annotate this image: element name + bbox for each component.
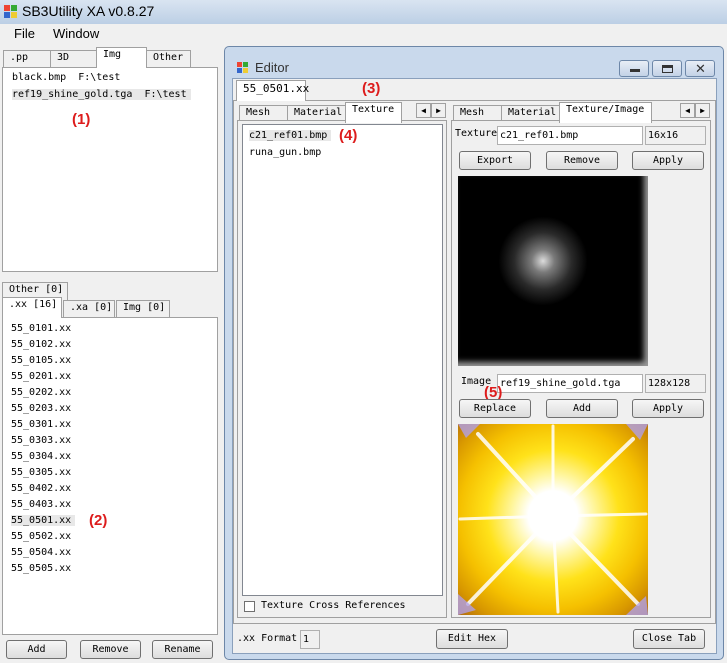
- texture-size-field: 16x16: [645, 126, 706, 145]
- cross-references-label: Texture Cross References: [261, 600, 406, 611]
- image-list[interactable]: black.bmp F:\test ref19_shine_gold.tga F…: [6, 68, 217, 270]
- annotation-3: (3): [362, 80, 381, 97]
- list-item[interactable]: 55_0301.xx: [11, 419, 71, 430]
- close-tab-button[interactable]: Close Tab: [633, 629, 705, 649]
- list-item[interactable]: 55_0304.xx: [11, 451, 71, 462]
- editor-title: Editor: [255, 60, 289, 75]
- remove-button[interactable]: Remove: [80, 640, 141, 659]
- texture-label: Texture: [455, 128, 498, 139]
- minimize-button[interactable]: [619, 60, 649, 77]
- maximize-icon: [662, 65, 673, 73]
- tab-scroll-left-button[interactable]: ◀: [680, 103, 695, 118]
- annotation-1: (1): [72, 111, 91, 128]
- list-item[interactable]: 55_0402.xx: [11, 483, 71, 494]
- texture-name-field[interactable]: c21_ref01.bmp: [497, 126, 643, 145]
- add-image-button[interactable]: Add: [546, 399, 618, 418]
- list-item[interactable]: 55_0101.xx: [11, 323, 71, 334]
- tab-scroll-left-button[interactable]: ◀: [416, 103, 431, 118]
- image-name-field[interactable]: ref19_shine_gold.tga: [497, 374, 643, 393]
- format-value-field[interactable]: 1: [300, 630, 320, 649]
- tab-scroll-right-button[interactable]: ▶: [431, 103, 446, 118]
- edit-hex-button[interactable]: Edit Hex: [436, 629, 508, 649]
- tab-other[interactable]: Other: [146, 50, 191, 68]
- list-item[interactable]: runa_gun.bmp: [249, 147, 321, 158]
- list-item[interactable]: 55_0202.xx: [11, 387, 71, 398]
- texture-preview: [458, 176, 648, 366]
- list-item[interactable]: black.bmp F:\test: [12, 72, 120, 83]
- tab-img-count[interactable]: Img [0]: [116, 300, 170, 318]
- chevron-left-icon: ◀: [685, 106, 690, 115]
- menu-file[interactable]: File: [14, 26, 35, 41]
- tab-img[interactable]: Img: [96, 47, 147, 68]
- minimize-icon: [630, 69, 640, 72]
- tab-xx[interactable]: .xx [16]: [2, 297, 62, 318]
- menu-window[interactable]: Window: [53, 26, 99, 41]
- close-icon: ✕: [695, 61, 706, 76]
- editor-window-icon: [236, 61, 250, 75]
- maximize-button[interactable]: [652, 60, 682, 77]
- list-item[interactable]: 55_0403.xx: [11, 499, 71, 510]
- list-item[interactable]: 55_0305.xx: [11, 467, 71, 478]
- remove-texture-button[interactable]: Remove: [546, 151, 618, 170]
- rename-button[interactable]: Rename: [152, 640, 213, 659]
- list-item[interactable]: 55_0102.xx: [11, 339, 71, 350]
- image-size-field: 128x128: [645, 374, 706, 393]
- apply-texture-button[interactable]: Apply: [632, 151, 704, 170]
- title-bar: SB3Utility XA v0.8.27: [0, 0, 727, 24]
- starburst-icon: [458, 424, 648, 615]
- add-button[interactable]: Add: [6, 640, 67, 659]
- tab-pp[interactable]: .pp: [3, 50, 51, 68]
- format-label: .xx Format: [237, 633, 298, 644]
- chevron-left-icon: ◀: [421, 106, 426, 115]
- texture-tab-panel: c21_ref01.bmp runa_gun.bmp (4) Texture C…: [237, 120, 447, 618]
- apply-image-button[interactable]: Apply: [632, 399, 704, 418]
- list-item[interactable]: ref19_shine_gold.tga F:\test: [12, 89, 191, 100]
- list-item[interactable]: 55_0105.xx: [11, 355, 71, 366]
- tab-texture-image[interactable]: Texture/Image: [559, 102, 652, 123]
- img-panel: black.bmp F:\test ref19_shine_gold.tga F…: [2, 67, 218, 272]
- tab-editor-file[interactable]: 55_0501.xx: [236, 80, 309, 101]
- tab-xa[interactable]: .xa [0]: [63, 300, 115, 318]
- list-item[interactable]: 55_0502.xx: [11, 531, 71, 542]
- cross-references-checkbox[interactable]: [244, 601, 255, 612]
- list-item[interactable]: 55_0303.xx: [11, 435, 71, 446]
- chevron-right-icon: ▶: [436, 106, 441, 115]
- export-button[interactable]: Export: [459, 151, 531, 170]
- list-item[interactable]: 55_0505.xx: [11, 563, 71, 574]
- close-button[interactable]: ✕: [685, 60, 715, 77]
- texture-list[interactable]: c21_ref01.bmp runa_gun.bmp (4): [242, 124, 443, 596]
- xx-panel: 55_0101.xx 55_0102.xx 55_0105.xx 55_0201…: [2, 317, 218, 635]
- app-title: SB3Utility XA v0.8.27: [22, 3, 155, 19]
- annotation-4: (4): [339, 127, 358, 144]
- list-item[interactable]: 55_0201.xx: [11, 371, 71, 382]
- app-icon: [3, 4, 18, 19]
- list-item-selected[interactable]: c21_ref01.bmp: [249, 130, 332, 141]
- chevron-right-icon: ▶: [700, 106, 705, 115]
- list-item-selected[interactable]: 55_0501.xx: [11, 515, 76, 526]
- menu-bar: File Window: [0, 24, 727, 45]
- tab-scroll-right-button[interactable]: ▶: [695, 103, 710, 118]
- list-item[interactable]: 55_0504.xx: [11, 547, 71, 558]
- annotation-2: (2): [89, 512, 108, 529]
- xx-file-list[interactable]: 55_0101.xx 55_0102.xx 55_0105.xx 55_0201…: [5, 320, 215, 632]
- list-item[interactable]: 55_0203.xx: [11, 403, 71, 414]
- tab-3d[interactable]: 3D: [50, 50, 97, 68]
- texture-glow: [498, 216, 588, 306]
- tab-texture[interactable]: Texture: [345, 102, 402, 123]
- replace-button[interactable]: Replace: [459, 399, 531, 418]
- image-preview: [458, 424, 648, 615]
